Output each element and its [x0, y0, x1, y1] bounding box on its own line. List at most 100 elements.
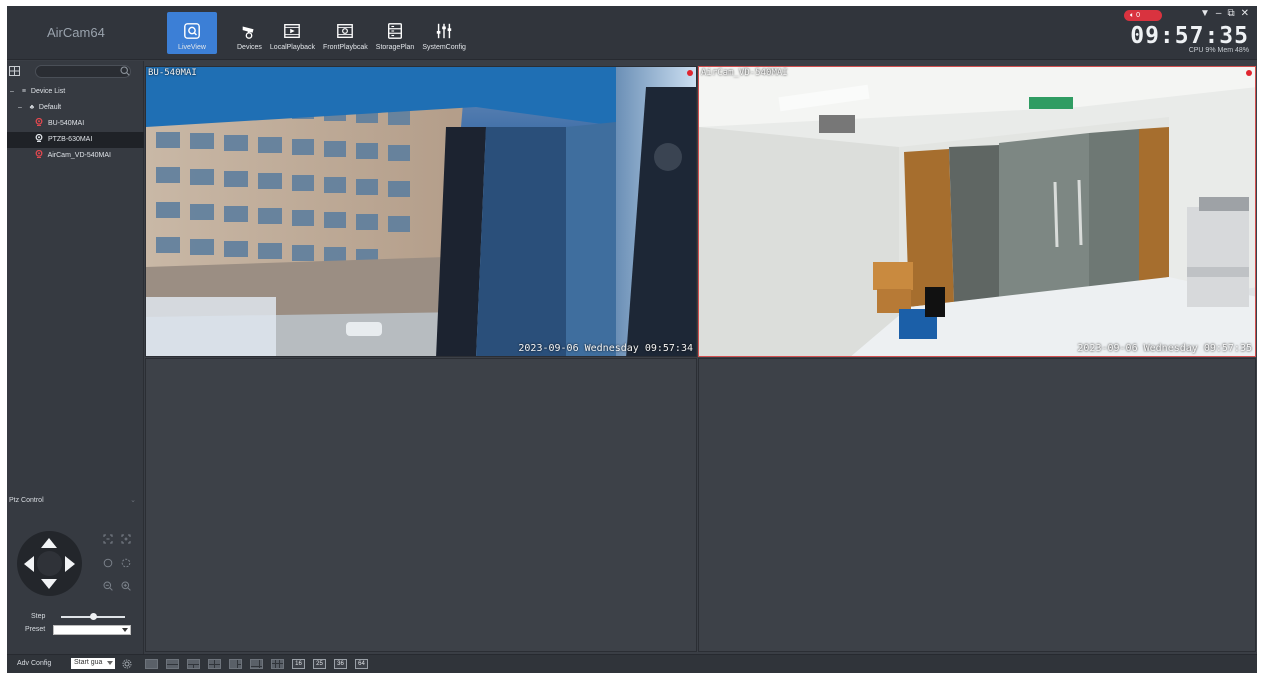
video-pane-3[interactable]: [145, 358, 697, 652]
pane-timestamp: 2023-09-06 Wednesday 09:57:35: [1077, 343, 1252, 354]
close-icon[interactable]: ✕: [1241, 8, 1249, 19]
layout-1-button[interactable]: [145, 659, 158, 669]
step-slider-thumb[interactable]: [90, 613, 97, 620]
camera-feed-lobby-view: [699, 67, 1255, 356]
toolbar-devices-button[interactable]: Devices: [233, 12, 266, 54]
chevron-down-icon: [107, 661, 113, 665]
layout-9-button[interactable]: [271, 659, 284, 669]
toolbar-label: Devices: [237, 44, 262, 51]
restore-icon[interactable]: ⧉: [1227, 8, 1234, 19]
camera-icon: [243, 26, 254, 39]
collapse-icon[interactable]: –: [15, 100, 25, 116]
layout-36-button[interactable]: 36: [334, 659, 347, 669]
tree-device-aircam-vd-540mai[interactable]: AirCam_VD-540MAI: [7, 148, 144, 164]
top-bar: AirCam64 LiveView Devices LocalPlayback …: [7, 6, 1257, 60]
group-icon: ♣︎: [29, 104, 35, 111]
collapse-icon[interactable]: –: [7, 84, 17, 100]
toolbar-label: LiveView: [178, 44, 206, 51]
chevron-down-icon[interactable]: ⌄: [130, 494, 136, 508]
pane-title: AirCam_VD-540MAI: [701, 68, 788, 78]
device-search-input[interactable]: [35, 65, 131, 78]
video-pane-2[interactable]: AirCam_VD-540MAI 2023-09-06 Wednesday 09…: [698, 66, 1256, 357]
tree-root-device-list[interactable]: – ≡ Device List: [7, 84, 144, 100]
pane-title: BU-540MAI: [148, 68, 197, 78]
step-slider[interactable]: [61, 613, 125, 620]
ptz-center-button[interactable]: [37, 551, 62, 576]
ptz-right-arrow-icon[interactable]: [65, 556, 75, 572]
ptz-control-title: Ptz Control: [9, 497, 44, 504]
layout-25-button[interactable]: 25: [313, 659, 326, 669]
save-layout-icon[interactable]: [9, 66, 20, 76]
guard-select[interactable]: Start gua: [71, 658, 115, 669]
bottom-bar: Adv Config Start gua 16 25 36 64: [7, 654, 1257, 673]
step-label: Step: [31, 613, 46, 620]
list-icon: ≡: [21, 88, 26, 95]
layout-16-button[interactable]: 16: [292, 659, 305, 669]
search-icon[interactable]: [120, 66, 130, 76]
dropdown-menu-icon[interactable]: ▼: [1200, 8, 1210, 19]
toolbar-storageplan-button[interactable]: StoragePlan: [372, 12, 419, 54]
toolbar-label: SystemConfig: [422, 44, 466, 51]
camera-status-icon: [35, 118, 43, 126]
layout-6-button[interactable]: [229, 659, 242, 669]
iris-close-icon[interactable]: [103, 558, 113, 568]
layout-selector: 16 25 36 64: [145, 659, 368, 669]
system-stats: CPU 9% Mem 48%: [1188, 47, 1249, 54]
tree-root-label: Device List: [30, 88, 66, 95]
ptz-up-arrow-icon[interactable]: [41, 538, 57, 548]
camera-status-icon: [35, 150, 43, 158]
local-playback-icon: [284, 24, 301, 38]
video-pane-4[interactable]: [698, 358, 1256, 652]
minimize-icon[interactable]: –: [1216, 8, 1222, 19]
device-label: BU-540MAI: [47, 120, 85, 127]
ptz-left-arrow-icon[interactable]: [24, 556, 34, 572]
preset-label: Preset: [25, 626, 46, 633]
toolbar-label: LocalPlayback: [269, 44, 316, 51]
gear-icon[interactable]: [122, 659, 132, 669]
adv-config-label: Adv Config: [17, 660, 52, 667]
pane-timestamp: 2023-09-06 Wednesday 09:57:34: [518, 343, 693, 354]
status-area: 🔈︎ 0 ▼ – ⧉ ✕ 09:57:35 CPU 9% Mem 48%: [1124, 8, 1249, 57]
zoom-out-icon[interactable]: [103, 581, 113, 591]
sound-alarm-badge[interactable]: 🔈︎ 0: [1124, 10, 1162, 21]
layout-64-button[interactable]: 64: [355, 659, 368, 669]
device-label: PTZB-630MAI: [47, 136, 93, 143]
layout-4-button[interactable]: [208, 659, 221, 669]
toolbar-localplayback-button[interactable]: LocalPlayback: [266, 12, 319, 54]
toolbar-label: FrontPlaybcak: [323, 44, 368, 51]
layout-3-button[interactable]: [187, 659, 200, 669]
window-controls: ▼ – ⧉ ✕: [1200, 8, 1249, 19]
toolbar-systemconfig-button[interactable]: SystemConfig: [418, 12, 470, 54]
sidebar: – ≡ Device List – ♣︎ Default BU-540MAI P…: [7, 61, 144, 654]
recording-indicator-icon: [687, 70, 693, 76]
focus-near-icon[interactable]: [103, 534, 113, 544]
layout-2-button[interactable]: [166, 659, 179, 669]
layout-8-button[interactable]: [250, 659, 263, 669]
storage-icon: [388, 23, 403, 39]
ptz-down-arrow-icon[interactable]: [41, 579, 57, 589]
tree-group-label: Default: [38, 104, 62, 111]
clock-display: 09:57:35: [1130, 23, 1249, 49]
focus-far-icon[interactable]: [121, 534, 131, 544]
toolbar-liveview-button[interactable]: LiveView: [167, 12, 217, 54]
zoom-in-icon[interactable]: [121, 581, 131, 591]
main-toolbar: LiveView Devices LocalPlayback FrontPlay…: [167, 12, 470, 54]
sound-badge-count: 0: [1136, 12, 1141, 19]
recording-indicator-icon: [1246, 70, 1252, 76]
preset-select[interactable]: [53, 625, 131, 635]
app-title: AirCam64: [47, 25, 105, 40]
tree-device-bu-540mai[interactable]: BU-540MAI: [7, 116, 144, 132]
chevron-down-icon: [122, 628, 128, 632]
iris-open-icon[interactable]: [121, 558, 131, 568]
tree-group-default[interactable]: – ♣︎ Default: [7, 100, 144, 116]
search-row: [7, 64, 144, 79]
speaker-icon: 🔈︎: [1130, 12, 1135, 19]
camera-feed-building-view: [146, 67, 696, 356]
ptz-control-header[interactable]: Ptz Control ⌄: [7, 494, 144, 508]
toolbar-frontplayback-button[interactable]: FrontPlaybcak: [319, 12, 372, 54]
device-tree: – ≡ Device List – ♣︎ Default BU-540MAI P…: [7, 84, 144, 164]
video-grid: BU-540MAI 2023-09-06 Wednesday 09:57:34: [145, 66, 1257, 652]
video-pane-1[interactable]: BU-540MAI 2023-09-06 Wednesday 09:57:34: [145, 66, 697, 357]
device-label: AirCam_VD-540MAI: [47, 152, 111, 159]
tree-device-ptzb-630mai[interactable]: PTZB-630MAI: [7, 132, 144, 148]
